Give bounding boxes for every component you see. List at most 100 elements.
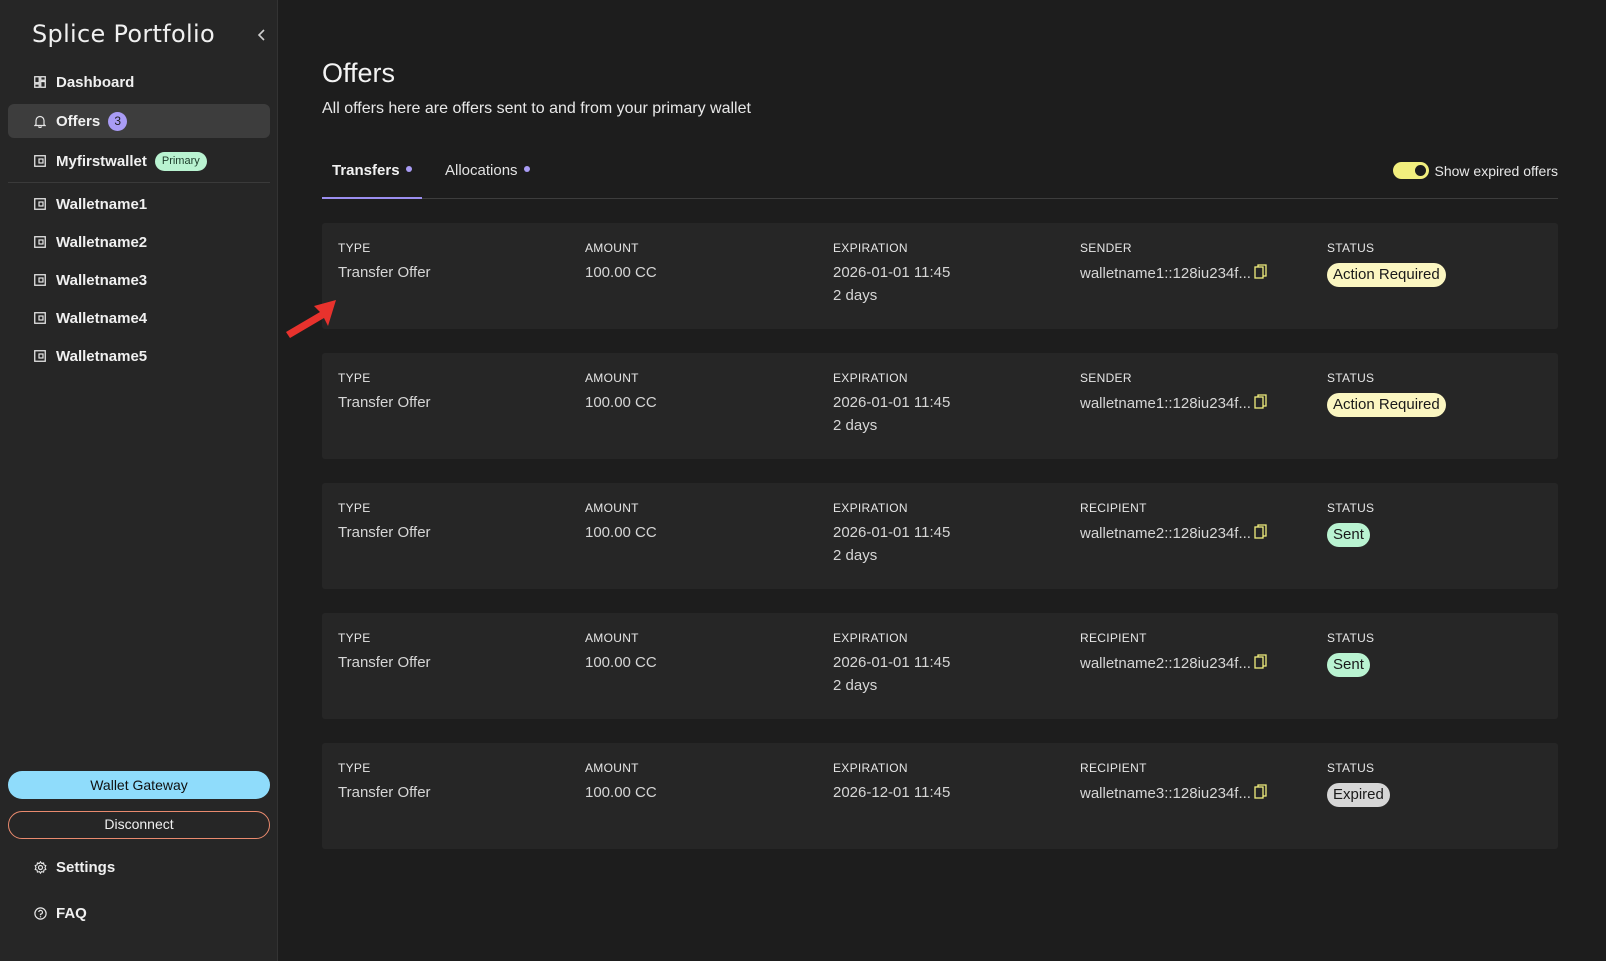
party-column: RECIPIENT walletname2::128iu234f... (1080, 631, 1268, 672)
help-circle-icon (34, 907, 47, 920)
party-id: walletname1::128iu234f... (1080, 265, 1251, 282)
offer-card[interactable]: TYPE Transfer Offer AMOUNT 100.00 CC EXP… (322, 353, 1558, 459)
offer-remaining: 2 days (833, 677, 878, 694)
sidebar-item-walletname3[interactable]: Walletname3 (8, 263, 270, 297)
col-label: EXPIRATION (833, 501, 908, 515)
sidebar-item-label: Dashboard (56, 73, 135, 91)
copy-icon[interactable] (1254, 524, 1268, 540)
party-column: SENDER walletname1::128iu234f... (1080, 371, 1268, 412)
party-id: walletname2::128iu234f... (1080, 525, 1251, 542)
sidebar-item-walletname1[interactable]: Walletname1 (8, 187, 270, 221)
sidebar-item-label: Myfirstwallet (56, 152, 147, 170)
offer-card[interactable]: TYPE Transfer Offer AMOUNT 100.00 CC EXP… (322, 743, 1558, 849)
offers-tabs: Transfers Allocations Show expired offer… (322, 152, 1558, 199)
status-column: STATUS Sent (1327, 631, 1374, 677)
sidebar-item-faq[interactable]: FAQ (8, 896, 270, 930)
sidebar-item-dashboard[interactable]: Dashboard (8, 65, 270, 99)
wallet-icon (34, 350, 46, 362)
toggle-switch[interactable] (1392, 162, 1429, 179)
expiration-column: EXPIRATION 2026-01-01 11:45 2 days (833, 371, 950, 434)
annotation-arrow-icon (286, 300, 336, 338)
tab-indicator-dot (523, 166, 530, 173)
offer-type: Transfer Offer (338, 264, 431, 281)
expiration-column: EXPIRATION 2026-12-01 11:45 (833, 761, 950, 801)
sidebar-item-label: FAQ (56, 904, 87, 922)
sidebar-item-label: Walletname4 (56, 309, 148, 327)
expiration-column: EXPIRATION 2026-01-01 11:45 2 days (833, 501, 950, 564)
sidebar-item-label: Walletname3 (56, 271, 148, 289)
col-label: TYPE (338, 371, 371, 385)
offer-card[interactable]: TYPE Transfer Offer AMOUNT 100.00 CC EXP… (322, 483, 1558, 589)
copy-icon[interactable] (1254, 654, 1268, 670)
col-label: EXPIRATION (833, 241, 908, 255)
wallet-icon (34, 236, 46, 248)
bell-icon (34, 115, 46, 128)
sidebar: Splice Portfolio Dashboard Offers 3 Myfi… (0, 0, 278, 961)
wallet-icon (34, 155, 46, 167)
primary-badge: Primary (154, 151, 207, 171)
offer-expiration: 2026-01-01 11:45 (833, 264, 951, 281)
sidebar-divider (8, 182, 270, 183)
col-label: RECIPIENT (1080, 761, 1147, 775)
sidebar-item-offers[interactable]: Offers 3 (8, 104, 270, 138)
col-label: AMOUNT (585, 371, 639, 385)
app-brand: Splice Portfolio (32, 20, 215, 48)
offer-type: Transfer Offer (338, 524, 431, 541)
sidebar-item-myfirstwallet[interactable]: Myfirstwallet Primary (8, 144, 270, 178)
col-label: SENDER (1080, 241, 1132, 255)
col-label: AMOUNT (585, 631, 639, 645)
status-badge: Sent (1327, 653, 1370, 677)
party-column: SENDER walletname1::128iu234f... (1080, 241, 1268, 282)
offer-type: Transfer Offer (338, 394, 431, 411)
status-column: STATUS Sent (1327, 501, 1374, 547)
offer-remaining: 2 days (833, 287, 878, 304)
offer-type: Transfer Offer (338, 654, 431, 671)
offer-card[interactable]: TYPE Transfer Offer AMOUNT 100.00 CC EXP… (322, 613, 1558, 719)
chevron-left-icon[interactable] (254, 26, 270, 46)
offer-party: walletname1::128iu234f... (1080, 264, 1268, 282)
offer-amount: 100.00 CC (585, 524, 657, 541)
tab-transfers[interactable]: Transfers (322, 162, 422, 199)
copy-icon[interactable] (1254, 264, 1268, 280)
col-label: STATUS (1327, 241, 1375, 255)
wallet-icon (34, 198, 46, 210)
sidebar-item-walletname2[interactable]: Walletname2 (8, 225, 270, 259)
show-expired-toggle[interactable]: Show expired offers (1392, 162, 1558, 179)
offer-type: Transfer Offer (338, 784, 431, 801)
status-badge: Sent (1327, 523, 1370, 547)
wallet-gateway-button[interactable]: Wallet Gateway (8, 771, 270, 799)
tab-label: Transfers (332, 162, 400, 179)
copy-icon[interactable] (1254, 394, 1268, 410)
offer-expiration: 2026-12-01 11:45 (833, 784, 951, 801)
offer-amount: 100.00 CC (585, 784, 657, 801)
status-column: STATUS Action Required (1327, 241, 1446, 287)
party-id: walletname1::128iu234f... (1080, 395, 1251, 412)
offer-card[interactable]: TYPE Transfer Offer AMOUNT 100.00 CC EXP… (322, 223, 1558, 329)
disconnect-button[interactable]: Disconnect (8, 811, 270, 839)
amount-column: AMOUNT 100.00 CC (585, 501, 657, 541)
wallet-icon (34, 274, 46, 286)
wallet-icon (34, 312, 46, 324)
sidebar-item-label: Walletname1 (56, 195, 148, 213)
offer-remaining: 2 days (833, 417, 878, 434)
col-label: TYPE (338, 761, 371, 775)
offer-amount: 100.00 CC (585, 394, 657, 411)
offers-count-badge: 3 (108, 111, 128, 131)
col-label: STATUS (1327, 371, 1375, 385)
offer-amount: 100.00 CC (585, 654, 657, 671)
sidebar-item-settings[interactable]: Settings (8, 850, 270, 884)
tab-allocations[interactable]: Allocations (445, 162, 530, 199)
copy-icon[interactable] (1254, 784, 1268, 800)
sidebar-item-walletname4[interactable]: Walletname4 (8, 301, 270, 335)
col-label: EXPIRATION (833, 371, 908, 385)
amount-column: AMOUNT 100.00 CC (585, 371, 657, 411)
sidebar-item-label: Settings (56, 858, 116, 876)
party-id: walletname2::128iu234f... (1080, 655, 1251, 672)
party-column: RECIPIENT walletname3::128iu234f... (1080, 761, 1268, 802)
sidebar-item-label: Walletname2 (56, 233, 148, 251)
sidebar-item-walletname5[interactable]: Walletname5 (8, 339, 270, 373)
col-label: TYPE (338, 501, 371, 515)
grid-icon (34, 76, 46, 88)
col-label: STATUS (1327, 501, 1375, 515)
status-badge: Action Required (1327, 393, 1446, 417)
